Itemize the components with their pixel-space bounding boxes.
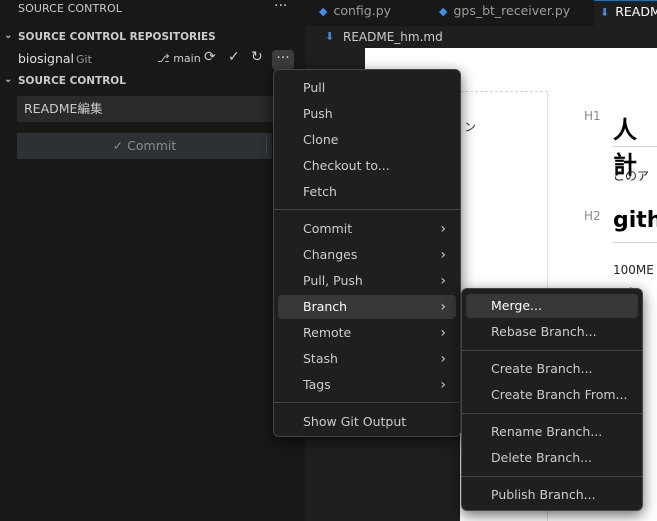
menu-label: Rebase Branch... [491, 324, 597, 339]
menu-item-fetch[interactable]: Fetch [278, 180, 456, 204]
breadcrumb[interactable]: ⬇ README_hm.md [305, 26, 657, 48]
menu-label: Pull, Push [303, 273, 363, 288]
python-icon: ◆ [319, 5, 328, 18]
commit-button[interactable]: ✓ Commit [17, 133, 272, 159]
git-branch-icon: ⎇ [157, 52, 170, 65]
markdown-icon: ⬇ [600, 6, 610, 19]
chevron-right-icon: › [440, 273, 446, 289]
menu-label: Pull [303, 80, 326, 95]
branch-indicator[interactable]: ⎇ main [157, 52, 201, 65]
chevron-down-icon: ⌄ [4, 74, 13, 85]
menu-label: Rename Branch... [491, 424, 603, 439]
preview-heading-2: gith [613, 208, 657, 233]
branch-name: main [173, 52, 201, 65]
chevron-right-icon: › [440, 325, 446, 341]
menu-item-commit[interactable]: Commit › [278, 217, 456, 241]
chevron-right-icon: › [440, 247, 446, 263]
menu-label: Changes [303, 247, 358, 262]
chevron-right-icon: › [440, 351, 446, 367]
menu-label: Clone [303, 132, 339, 147]
sync-icon[interactable]: ⟳ [204, 49, 216, 65]
menu-item-remote[interactable]: Remote › [278, 321, 456, 345]
menu-item-changes[interactable]: Changes › [278, 243, 456, 267]
sidebar-more-icon[interactable]: ··· [274, 0, 287, 14]
repositories-section-header[interactable]: ⌄ SOURCE CONTROL REPOSITORIES [0, 28, 305, 48]
source-control-sidebar: SOURCE CONTROL ··· ⌄ SOURCE CONTROL REPO… [0, 0, 305, 521]
menu-label: Show Git Output [303, 414, 407, 429]
repositories-header-label: SOURCE CONTROL REPOSITORIES [18, 31, 216, 43]
menu-separator [274, 209, 460, 210]
repo-provider: Git [76, 53, 92, 66]
heading-rule [613, 146, 657, 147]
menu-item-show-git-output[interactable]: Show Git Output [278, 410, 456, 434]
menu-label: Tags [303, 377, 331, 392]
menu-item-publish-branch[interactable]: Publish Branch... [466, 483, 638, 507]
sidebar-title: SOURCE CONTROL [18, 2, 123, 15]
menu-label: Branch [303, 299, 348, 314]
menu-item-clone[interactable]: Clone [278, 128, 456, 152]
editor-tab-bar: ◆ config.py ◆ gps_bt_receiver.py ⬇ READM [305, 0, 657, 26]
menu-separator [462, 350, 642, 351]
menu-label: Commit [303, 221, 353, 236]
h2-tag: H2 [584, 209, 601, 223]
heading-rule [613, 242, 657, 243]
source-control-header-label: SOURCE CONTROL [18, 75, 126, 87]
menu-item-tags[interactable]: Tags › [278, 373, 456, 397]
chevron-right-icon: › [440, 377, 446, 393]
menu-label: Stash [303, 351, 338, 366]
menu-label: Publish Branch... [491, 487, 596, 502]
menu-item-push[interactable]: Push [278, 102, 456, 126]
menu-label: Delete Branch... [491, 450, 593, 465]
menu-item-rename-branch[interactable]: Rename Branch... [466, 420, 638, 444]
commit-button-divider [266, 137, 267, 155]
chevron-right-icon: › [440, 299, 446, 315]
outline-text: ン [464, 120, 477, 134]
refresh-icon[interactable]: ↻ [251, 49, 263, 65]
menu-label: Remote [303, 325, 352, 340]
menu-item-branch[interactable]: Branch › [278, 295, 456, 319]
tab-gps-bt-receiver-py[interactable]: ◆ gps_bt_receiver.py [439, 0, 589, 26]
breadcrumb-file: README_hm.md [343, 30, 443, 44]
menu-separator [462, 413, 642, 414]
tab-label: gps_bt_receiver.py [453, 3, 571, 18]
chevron-right-icon: › [440, 221, 446, 237]
menu-separator [274, 402, 460, 403]
menu-label: Create Branch From... [491, 387, 628, 402]
tab-readme[interactable]: ⬇ READM [594, 0, 657, 26]
git-actions-menu: Pull Push Clone Checkout to... Fetch Com… [273, 69, 461, 437]
menu-label: Push [303, 106, 333, 121]
markdown-icon: ⬇ [325, 30, 335, 43]
more-actions-button[interactable]: ··· [272, 50, 294, 70]
h1-tag: H1 [584, 109, 601, 123]
repository-row[interactable]: biosignal Git ⎇ main ⟳ ✓ ↻ [0, 48, 305, 70]
preview-paragraph: このア [613, 169, 650, 183]
python-icon: ◆ [439, 5, 448, 18]
menu-item-create-branch[interactable]: Create Branch... [466, 357, 638, 381]
chevron-down-icon: ⌄ [4, 30, 13, 41]
commit-message-input[interactable]: README編集 [17, 96, 277, 122]
tab-config-py[interactable]: ◆ config.py [319, 0, 431, 26]
menu-item-create-branch-from[interactable]: Create Branch From... [466, 383, 638, 407]
menu-item-delete-branch[interactable]: Delete Branch... [466, 446, 638, 470]
branch-submenu: Merge... Rebase Branch... Create Branch.… [461, 288, 643, 511]
menu-item-rebase-branch[interactable]: Rebase Branch... [466, 320, 638, 344]
source-control-section-header[interactable]: ⌄ SOURCE CONTROL [0, 72, 305, 92]
tab-label: READM [615, 4, 657, 19]
menu-label: Fetch [303, 184, 337, 199]
menu-label: Merge... [491, 298, 542, 313]
repo-name: biosignal [18, 51, 75, 66]
check-icon[interactable]: ✓ [228, 49, 240, 65]
tab-label: config.py [333, 3, 392, 18]
menu-separator [462, 476, 642, 477]
menu-item-pull[interactable]: Pull [278, 76, 456, 100]
menu-item-stash[interactable]: Stash › [278, 347, 456, 371]
menu-item-checkout[interactable]: Checkout to... [278, 154, 456, 178]
preview-paragraph: 100ME [613, 263, 654, 277]
menu-item-pull-push[interactable]: Pull, Push › [278, 269, 456, 293]
menu-item-merge[interactable]: Merge... [466, 294, 638, 318]
menu-label: Checkout to... [303, 158, 390, 173]
menu-label: Create Branch... [491, 361, 593, 376]
